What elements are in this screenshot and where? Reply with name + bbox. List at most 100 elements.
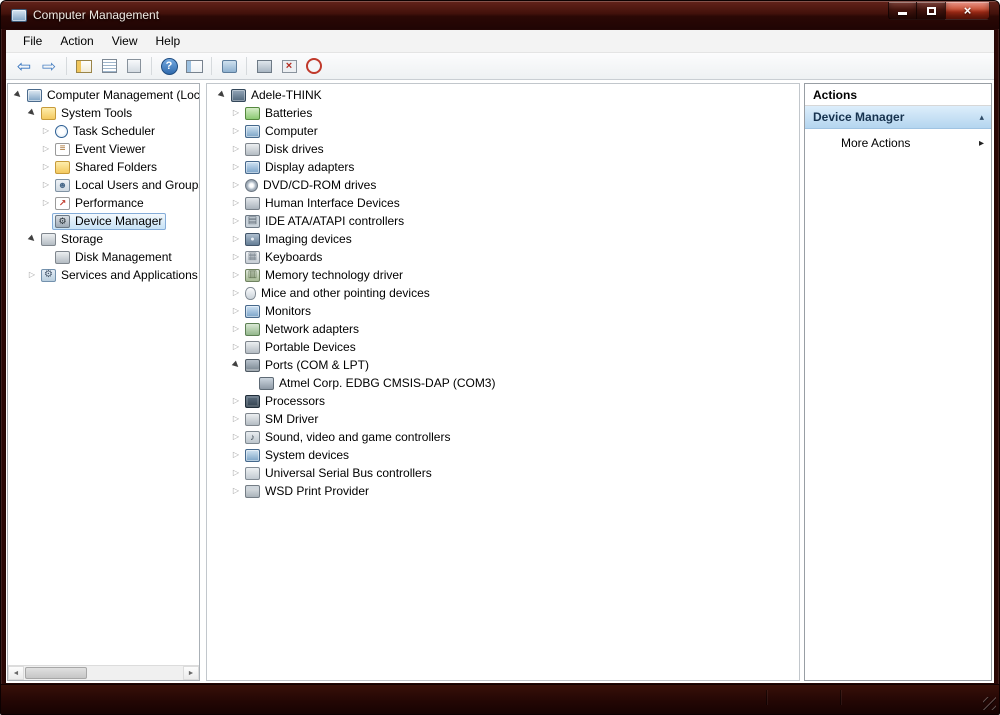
- tree-item[interactable]: Storage: [10, 230, 199, 248]
- title-bar[interactable]: Computer Management ×: [1, 1, 999, 29]
- expander-closed-icon[interactable]: [230, 109, 242, 117]
- expander-closed-icon[interactable]: [230, 253, 242, 261]
- help-icon[interactable]: [157, 55, 181, 77]
- tree-item[interactable]: Human Interface Devices: [214, 194, 799, 212]
- expander-closed-icon[interactable]: [230, 145, 242, 153]
- collapse-section-icon[interactable]: ▴: [979, 112, 984, 123]
- tree-item[interactable]: Memory technology driver: [214, 266, 799, 284]
- scrollbar-track[interactable]: [24, 666, 183, 680]
- tree-item[interactable]: Services and Applications: [10, 266, 199, 284]
- properties-icon[interactable]: [122, 55, 146, 77]
- tree-item[interactable]: Shared Folders: [10, 158, 199, 176]
- close-button[interactable]: ×: [945, 2, 990, 20]
- maximize-button[interactable]: [917, 2, 945, 20]
- tree-item[interactable]: Computer: [214, 122, 799, 140]
- tree-item[interactable]: Imaging devices: [214, 230, 799, 248]
- tree-item[interactable]: Atmel Corp. EDBG CMSIS-DAP (COM3): [214, 374, 799, 392]
- expander-closed-icon[interactable]: [230, 127, 242, 135]
- tree-item-label: Performance: [74, 196, 144, 210]
- expander-closed-icon[interactable]: [230, 163, 242, 171]
- minimize-button[interactable]: [888, 2, 917, 20]
- expander-closed-icon[interactable]: [40, 145, 52, 153]
- tree-item-label: Disk drives: [264, 142, 324, 156]
- tree-item[interactable]: Universal Serial Bus controllers: [214, 464, 799, 482]
- tree-item[interactable]: Mice and other pointing devices: [214, 284, 799, 302]
- tree-item[interactable]: Portable Devices: [214, 338, 799, 356]
- expander-closed-icon[interactable]: [230, 469, 242, 477]
- expander-open-icon[interactable]: [215, 88, 229, 102]
- expander-closed-icon[interactable]: [26, 271, 38, 279]
- tree-item[interactable]: Event Viewer: [10, 140, 199, 158]
- more-actions-item[interactable]: More Actions ▸: [805, 129, 991, 153]
- expander-open-icon[interactable]: [11, 88, 25, 102]
- tree-item[interactable]: System Tools: [10, 104, 199, 122]
- expander-closed-icon[interactable]: [230, 289, 242, 297]
- tree-item[interactable]: System devices: [214, 446, 799, 464]
- update-driver-icon[interactable]: [252, 55, 276, 77]
- show-console-tree-icon[interactable]: [72, 55, 96, 77]
- maximize-icon: [927, 7, 936, 15]
- expander-closed-icon[interactable]: [230, 325, 242, 333]
- tree-item[interactable]: WSD Print Provider: [214, 482, 799, 500]
- expander-closed-icon[interactable]: [230, 199, 242, 207]
- tree-item[interactable]: DVD/CD-ROM drives: [214, 176, 799, 194]
- expander-closed-icon[interactable]: [230, 307, 242, 315]
- expander-open-icon[interactable]: [25, 232, 39, 246]
- menu-view[interactable]: View: [103, 31, 147, 51]
- tree-item[interactable]: IDE ATA/ATAPI controllers: [214, 212, 799, 230]
- tree-item[interactable]: Monitors: [214, 302, 799, 320]
- menu-action[interactable]: Action: [51, 31, 102, 51]
- export-list-icon[interactable]: [97, 55, 121, 77]
- tree-item[interactable]: SM Driver: [214, 410, 799, 428]
- tree-item[interactable]: Batteries: [214, 104, 799, 122]
- expander-closed-icon[interactable]: [230, 451, 242, 459]
- tree-item[interactable]: Ports (COM & LPT): [214, 356, 799, 374]
- expander-closed-icon[interactable]: [230, 271, 242, 279]
- tree-item-label: Processors: [264, 394, 325, 408]
- expander-open-icon[interactable]: [229, 358, 243, 372]
- expander-closed-icon[interactable]: [230, 487, 242, 495]
- expander-closed-icon[interactable]: [230, 181, 242, 189]
- expander-closed-icon[interactable]: [230, 343, 242, 351]
- expander-open-icon[interactable]: [25, 106, 39, 120]
- expander-closed-icon[interactable]: [40, 163, 52, 171]
- tree-item[interactable]: Local Users and Groups: [10, 176, 199, 194]
- uninstall-device-icon[interactable]: [277, 55, 301, 77]
- scrollbar-thumb[interactable]: [25, 667, 87, 679]
- expander-closed-icon[interactable]: [40, 181, 52, 189]
- tree-item[interactable]: Keyboards: [214, 248, 799, 266]
- expander-closed-icon[interactable]: [40, 199, 52, 207]
- expander-closed-icon[interactable]: [230, 415, 242, 423]
- tree-item[interactable]: Network adapters: [214, 320, 799, 338]
- tree-item[interactable]: Disk drives: [214, 140, 799, 158]
- show-hide-panes-icon[interactable]: [182, 55, 206, 77]
- scroll-left-arrow-icon[interactable]: ◄: [8, 666, 24, 680]
- disable-device-icon[interactable]: [302, 55, 326, 77]
- expander-closed-icon[interactable]: [230, 235, 242, 243]
- actions-section-device-manager[interactable]: Device Manager ▴: [805, 106, 991, 129]
- resize-grip[interactable]: [983, 697, 996, 710]
- menu-file[interactable]: File: [14, 31, 51, 51]
- tree-item[interactable]: Adele-THINK: [214, 86, 799, 104]
- tree-item-label: Computer: [264, 124, 318, 138]
- tree-item[interactable]: Computer Management (Local): [10, 86, 199, 104]
- menu-help[interactable]: Help: [147, 31, 190, 51]
- tree-item[interactable]: Device Manager: [10, 212, 199, 230]
- scan-hardware-icon[interactable]: [217, 55, 241, 77]
- ide-controllers-icon: [245, 215, 260, 228]
- expander-closed-icon[interactable]: [230, 397, 242, 405]
- expander-closed-icon[interactable]: [230, 433, 242, 441]
- expander-closed-icon[interactable]: [230, 217, 242, 225]
- tree-item-label: Memory technology driver: [264, 268, 403, 282]
- tree-item[interactable]: Performance: [10, 194, 199, 212]
- forward-icon[interactable]: [37, 55, 61, 77]
- tree-item[interactable]: Display adapters: [214, 158, 799, 176]
- expander-closed-icon[interactable]: [40, 127, 52, 135]
- tree-item[interactable]: Disk Management: [10, 248, 199, 266]
- tree-item[interactable]: Processors: [214, 392, 799, 410]
- horizontal-scrollbar[interactable]: ◄ ►: [8, 665, 199, 680]
- tree-item[interactable]: Sound, video and game controllers: [214, 428, 799, 446]
- back-icon[interactable]: [12, 55, 36, 77]
- tree-item[interactable]: Task Scheduler: [10, 122, 199, 140]
- scroll-right-arrow-icon[interactable]: ►: [183, 666, 199, 680]
